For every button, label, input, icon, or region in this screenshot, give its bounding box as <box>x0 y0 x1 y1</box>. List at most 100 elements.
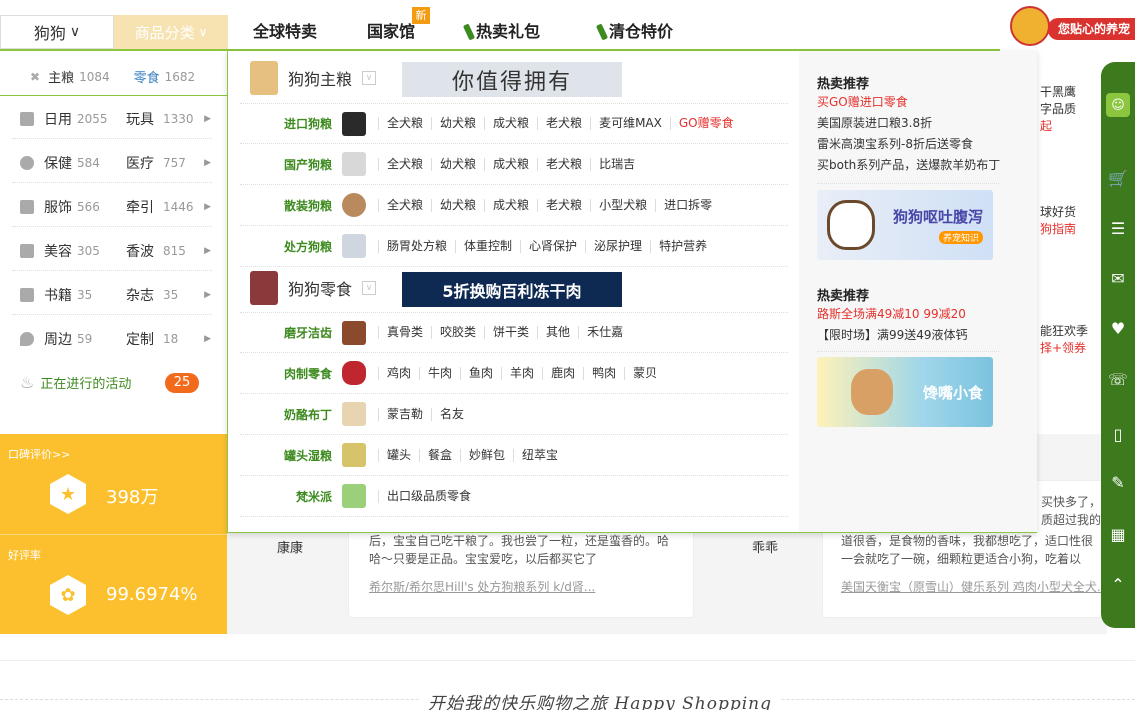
tag-link[interactable]: 幼犬粮 <box>431 157 484 171</box>
sidebar-row-books[interactable]: 书籍 35 杂志 35 ▶ <box>0 285 227 305</box>
review-text: 买快多了， 质超过我的 <box>1041 493 1101 529</box>
tag-link[interactable]: 成犬粮 <box>484 198 537 212</box>
tag-list: 全犬粮 幼犬粮 成犬粮 老犬粮 小型犬粮 进口拆零 <box>378 198 720 212</box>
nav-clearance[interactable]: 清仓特价 <box>595 15 673 49</box>
sidebar-item-count: 305 <box>77 244 100 258</box>
sidebar-row-grooming[interactable]: 美容 305 香波 815 ▶ <box>0 241 227 261</box>
row-label-prescription[interactable]: 处方狗粮 <box>240 238 338 255</box>
tag-link[interactable]: 比瑞吉 <box>590 157 643 171</box>
tag-link[interactable]: 老犬粮 <box>537 157 590 171</box>
row-label-canned[interactable]: 罐头湿粮 <box>240 447 338 464</box>
tag-link[interactable]: 肠胃处方粮 <box>378 239 455 253</box>
tag-link[interactable]: 其他 <box>537 326 578 339</box>
sidebar-row-daily[interactable]: 日用 2055 玩具 1330 ▶ <box>0 109 227 129</box>
tag-link[interactable]: 出口级品质零食 <box>378 489 479 503</box>
review-stat-box[interactable]: 口碑评价>> ★ 398万 <box>0 434 228 534</box>
cart-icon[interactable]: 🛒 <box>1106 166 1130 190</box>
sidebar-row-merch[interactable]: 周边 59 定制 18 ▶ <box>0 329 227 349</box>
nav-global-sale[interactable]: 全球特卖 <box>253 15 317 49</box>
tag-link[interactable]: 鱼肉 <box>460 366 501 380</box>
tag-link[interactable]: 心肾保护 <box>520 239 585 253</box>
sidebar-row-apparel[interactable]: 服饰 566 牵引 1446 ▶ <box>0 197 227 217</box>
tag-link[interactable]: 小型犬粮 <box>590 198 655 212</box>
tag-link[interactable]: 体重控制 <box>455 239 520 253</box>
staple-banner[interactable]: 你值得拥有 <box>402 62 622 97</box>
tag-link[interactable]: 真骨类 <box>378 326 431 339</box>
tag-link[interactable]: 进口拆零 <box>655 198 720 212</box>
review-product-link[interactable]: 希尔斯/希尔思Hill's 处方狗粮系列 k/d肾... <box>369 578 595 595</box>
tag-link[interactable]: 纽萃宝 <box>513 448 566 462</box>
tag-link[interactable]: 餐盒 <box>419 448 460 462</box>
sidebar-item-count: 566 <box>77 200 100 214</box>
review-user-name: 乖乖 <box>752 541 779 556</box>
nav-hot-gift-pack[interactable]: 热卖礼包 <box>462 15 540 49</box>
tag-link[interactable]: 麦可维MAX <box>590 117 670 130</box>
promo-vomit-banner[interactable]: 狗狗呕吐腹泻 养宠知识 <box>817 190 993 260</box>
tag-link[interactable]: 饼干类 <box>484 326 537 339</box>
mobile-icon[interactable]: ▯ <box>1106 422 1130 446</box>
hot-link[interactable]: 雷米高澳宝系列-8折后送零食 <box>817 134 1000 155</box>
sidebar-item-staple[interactable]: 主粮 <box>48 67 74 86</box>
row-label-cheese[interactable]: 奶酪布丁 <box>240 406 338 423</box>
tag-link[interactable]: 蒙贝 <box>624 366 665 380</box>
tag-link[interactable]: 全犬粮 <box>378 198 431 212</box>
dog-food-bag-icon <box>250 61 278 95</box>
hot-link[interactable]: 美国原装进口粮3.8折 <box>817 113 1000 134</box>
tag-link[interactable]: 成犬粮 <box>484 117 537 130</box>
tag-link[interactable]: 成犬粮 <box>484 157 537 171</box>
message-icon[interactable]: ✉ <box>1106 266 1130 290</box>
tag-link[interactable]: 全犬粮 <box>378 117 431 130</box>
customer-service-icon[interactable]: ☏ <box>1106 367 1130 391</box>
product-can-icon <box>342 443 366 467</box>
review-text: 道很香，是食物的香味，我都想吃了，适口性很 一会就吃了一碗，细颗粒更适合小狗，吃… <box>841 532 1093 568</box>
tag-link[interactable]: 特护营养 <box>650 239 715 253</box>
review-product-link[interactable]: 美国天衡宝（原雪山）健乐系列 鸡肉小型犬全犬... <box>841 578 1108 595</box>
staple-section-header[interactable]: 狗狗主粮 ∨ <box>250 61 377 95</box>
dropdown-row-dental: 磨牙洁齿 真骨类 咬胶类 饼干类 其他 禾仕嘉 <box>240 312 788 353</box>
hot-link[interactable]: 路斯全场满49减10 99减20 <box>817 304 968 325</box>
hot-link[interactable]: 【限时场】满99送49液体钙 <box>817 325 968 346</box>
tag-link-promo[interactable]: GO赠零食 <box>669 117 742 130</box>
row-label-meat[interactable]: 肉制零食 <box>240 365 338 382</box>
row-label-imported[interactable]: 进口狗粮 <box>240 115 338 132</box>
snack-section-header[interactable]: 狗狗零食 ∨ <box>250 271 377 305</box>
hot-link[interactable]: 买both系列产品，送爆款羊奶布丁 <box>817 155 1000 176</box>
row-label-dental[interactable]: 磨牙洁齿 <box>240 324 338 341</box>
row-label-bulk[interactable]: 散装狗粮 <box>240 197 338 214</box>
tag-link[interactable]: 禾仕嘉 <box>578 326 631 339</box>
tag-link[interactable]: 鸭肉 <box>583 366 624 380</box>
nav-country-hall[interactable]: 国家馆 <box>367 15 415 49</box>
category-menu-button[interactable]: 商品分类 ∨ <box>114 15 228 49</box>
row-label-domestic[interactable]: 国产狗粮 <box>240 156 338 173</box>
sidebar-row-health[interactable]: 保健 584 医疗 757 ▶ <box>0 153 227 173</box>
wechat-icon[interactable]: ☺ <box>1106 93 1130 117</box>
tag-link[interactable]: 幼犬粮 <box>431 117 484 130</box>
feedback-pen-icon[interactable]: ✎ <box>1106 470 1130 494</box>
tag-link[interactable]: 老犬粮 <box>537 198 590 212</box>
tag-link[interactable]: 全犬粮 <box>378 157 431 171</box>
promo-snack-banner[interactable]: 馋嘴小食 <box>817 357 993 427</box>
tag-link[interactable]: 蒙吉勒 <box>378 407 431 421</box>
tag-link[interactable]: 老犬粮 <box>537 117 590 130</box>
tag-link[interactable]: 鹿肉 <box>542 366 583 380</box>
tag-link[interactable]: 名友 <box>431 407 472 421</box>
tag-link[interactable]: 泌尿护理 <box>585 239 650 253</box>
tag-link[interactable]: 幼犬粮 <box>431 198 484 212</box>
tag-link[interactable]: 牛肉 <box>419 366 460 380</box>
snack-banner[interactable]: 5折换购百利冻干肉 <box>402 272 622 307</box>
peek-text: 起 <box>1040 119 1053 133</box>
tag-link[interactable]: 咬胶类 <box>431 326 484 339</box>
qr-code-icon[interactable]: ▦ <box>1106 522 1130 546</box>
tag-link[interactable]: 妙鲜包 <box>460 448 513 462</box>
back-to-top-icon[interactable]: ⌃ <box>1106 572 1130 596</box>
tag-link[interactable]: 罐头 <box>378 448 419 462</box>
ongoing-activity-link[interactable]: ♨ 正在进行的活动 25 <box>0 372 227 393</box>
tag-link[interactable]: 鸡肉 <box>378 366 419 380</box>
row-label-fanmipai[interactable]: 梵米派 <box>240 488 338 505</box>
pet-type-select[interactable]: 狗狗 ∨ <box>0 15 114 49</box>
favorite-heart-icon[interactable]: ♥ <box>1106 316 1130 340</box>
orders-icon[interactable]: ☰ <box>1106 216 1130 240</box>
hot-link[interactable]: 买GO赠进口零食 <box>817 92 1000 113</box>
tag-link[interactable]: 羊肉 <box>501 366 542 380</box>
sidebar-item-snack[interactable]: 零食 <box>134 67 160 86</box>
